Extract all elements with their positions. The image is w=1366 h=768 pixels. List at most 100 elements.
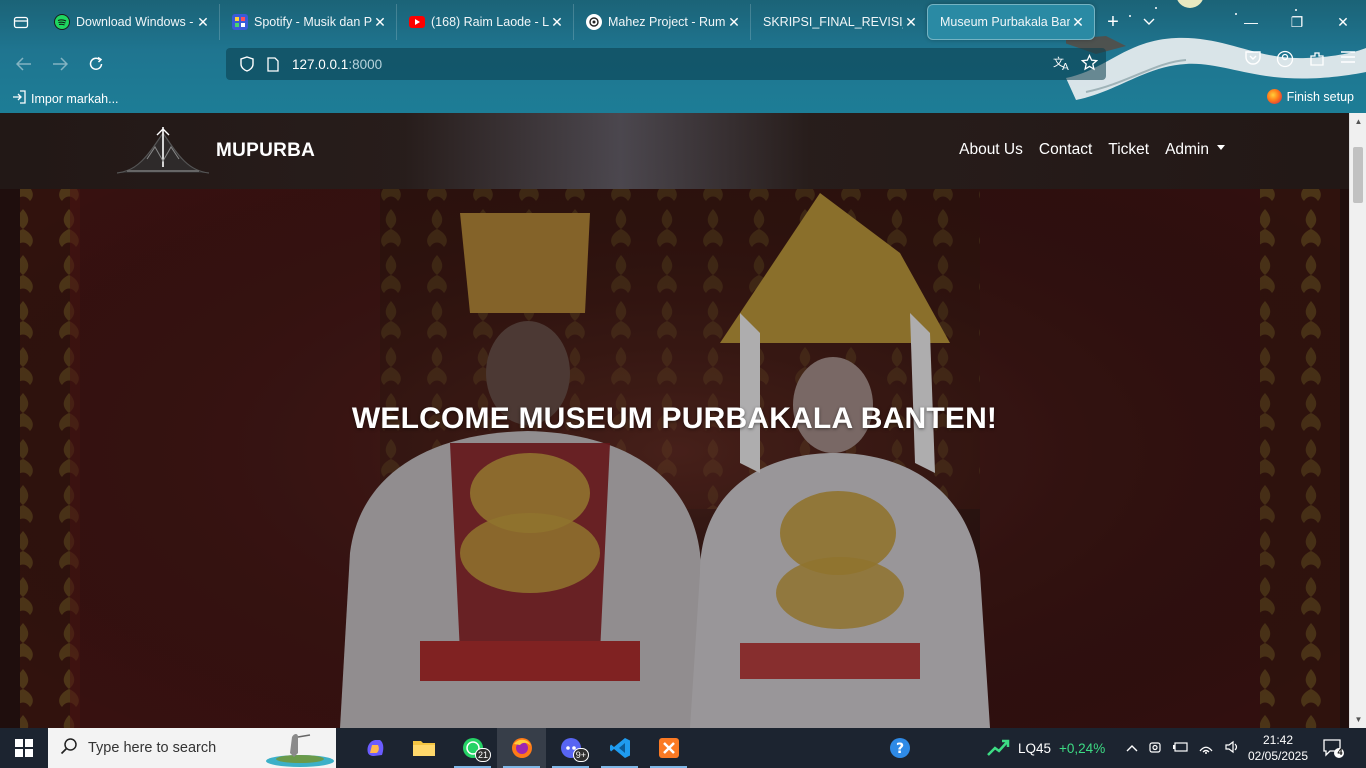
ticker-change: +0,24% bbox=[1059, 740, 1106, 756]
import-icon bbox=[12, 90, 26, 107]
url-host: 127.0.0.1 bbox=[292, 56, 349, 72]
search-highlight-image bbox=[266, 734, 334, 767]
close-tab-icon[interactable]: ✕ bbox=[372, 14, 388, 31]
taskbar-clock[interactable]: 21:42 02/05/2025 bbox=[1246, 732, 1310, 764]
svg-text:?: ? bbox=[896, 741, 904, 757]
whatsapp-badge: 21 bbox=[474, 748, 491, 762]
copilot-icon[interactable] bbox=[350, 728, 399, 768]
scroll-down-icon[interactable]: ▼ bbox=[1350, 711, 1366, 728]
browser-tab[interactable]: (168) Raim Laode - Les ✕ bbox=[396, 4, 573, 40]
close-window-icon[interactable]: ✕ bbox=[1320, 0, 1366, 44]
chevron-up-icon[interactable] bbox=[1126, 741, 1138, 755]
url-port: :8000 bbox=[348, 56, 383, 72]
xampp-icon[interactable] bbox=[644, 728, 693, 768]
tab-title: Mahez Project - Rumus bbox=[608, 15, 726, 29]
nav-about-us[interactable]: About Us bbox=[959, 141, 1023, 159]
pocket-icon[interactable] bbox=[1244, 50, 1262, 73]
whatsapp-icon[interactable]: 21 bbox=[448, 728, 497, 768]
close-tab-icon[interactable]: ✕ bbox=[195, 14, 211, 31]
scroll-up-icon[interactable]: ▲ bbox=[1350, 113, 1366, 130]
clock-time: 21:42 bbox=[1262, 733, 1294, 747]
stock-ticker-widget[interactable]: LQ45 +0,24% bbox=[986, 728, 1105, 768]
volume-icon[interactable] bbox=[1224, 740, 1240, 757]
chatgpt-icon bbox=[586, 14, 602, 30]
windows-start-icon[interactable] bbox=[0, 728, 48, 768]
museum-roof-logo bbox=[117, 127, 209, 174]
nav-admin-dropdown[interactable]: Admin bbox=[1165, 141, 1225, 159]
page-scrollbar[interactable]: ▲ ▼ bbox=[1349, 113, 1366, 728]
new-tab-button[interactable]: + bbox=[1095, 4, 1131, 40]
browser-chrome: Download Windows - ✕ Spotify - Musik dan… bbox=[0, 0, 1366, 113]
camera-icon[interactable] bbox=[1148, 740, 1162, 757]
search-placeholder: Type here to search bbox=[88, 740, 217, 756]
menu-icon[interactable] bbox=[1340, 50, 1356, 73]
browser-tab[interactable]: Mahez Project - Rumus ✕ bbox=[573, 4, 750, 40]
import-bookmarks-link[interactable]: Impor markah... bbox=[12, 90, 119, 107]
chevron-down-icon[interactable] bbox=[1131, 4, 1167, 40]
restore-icon[interactable]: ❐ bbox=[1274, 0, 1320, 44]
tab-strip: Download Windows - ✕ Spotify - Musik dan… bbox=[0, 0, 1366, 44]
browser-tab-active[interactable]: Museum Purbakala Banten ✕ bbox=[927, 4, 1095, 40]
bookmarks-bar: Impor markah... Finish setup bbox=[0, 84, 1366, 113]
navigation-bar: 127.0.0.1:8000 文A bbox=[0, 44, 1366, 84]
forward-arrow-icon[interactable] bbox=[42, 46, 78, 82]
tab-title: SKRIPSI_FINAL_REVISI_1_(1 bbox=[763, 15, 903, 29]
bookmark-star-icon[interactable] bbox=[1080, 53, 1099, 74]
firefox-taskbar-icon[interactable] bbox=[497, 728, 546, 768]
back-arrow-icon[interactable] bbox=[6, 46, 42, 82]
system-tray bbox=[1126, 728, 1240, 768]
hero-section: WELCOME MUSEUM PURBAKALA BANTEN! MUPURBA… bbox=[0, 113, 1349, 728]
import-bookmarks-label: Impor markah... bbox=[31, 91, 119, 106]
tab-title: Spotify - Musik dan Po bbox=[254, 15, 372, 29]
site-navbar: MUPURBA About Us Contact Ticket Admin bbox=[0, 113, 1349, 189]
hero-title: WELCOME MUSEUM PURBAKALA BANTEN! bbox=[351, 402, 998, 435]
tab-list-icon[interactable] bbox=[0, 0, 42, 44]
reload-icon[interactable] bbox=[78, 46, 114, 82]
tab-title: (168) Raim Laode - Les bbox=[431, 15, 549, 29]
close-tab-icon[interactable]: ✕ bbox=[903, 14, 919, 31]
notification-count: 4 bbox=[1337, 747, 1343, 757]
nav-ticket[interactable]: Ticket bbox=[1108, 141, 1149, 159]
finish-setup-button[interactable]: Finish setup bbox=[1266, 89, 1354, 104]
browser-tab[interactable]: Download Windows - ✕ bbox=[42, 4, 219, 40]
firefox-icon bbox=[1266, 89, 1282, 104]
scrollbar-thumb[interactable] bbox=[1353, 147, 1363, 203]
spotify-icon bbox=[54, 14, 70, 30]
nav-admin-label: Admin bbox=[1165, 141, 1209, 158]
battery-icon[interactable] bbox=[1172, 741, 1188, 756]
spotify-web-icon bbox=[232, 14, 248, 30]
discord-icon[interactable]: 9+ bbox=[546, 728, 595, 768]
taskbar-search-box[interactable]: Type here to search bbox=[48, 728, 336, 768]
svg-text:A: A bbox=[1062, 62, 1069, 71]
vscode-icon[interactable] bbox=[595, 728, 644, 768]
nav-contact[interactable]: Contact bbox=[1039, 141, 1092, 159]
close-tab-icon[interactable]: ✕ bbox=[549, 14, 565, 31]
chart-up-icon bbox=[986, 737, 1010, 760]
browser-tab[interactable]: Spotify - Musik dan Po ✕ bbox=[219, 4, 396, 40]
shield-icon[interactable] bbox=[234, 56, 260, 72]
close-tab-icon[interactable]: ✕ bbox=[726, 14, 742, 31]
notification-center-icon[interactable]: 4 bbox=[1322, 738, 1344, 758]
extensions-icon[interactable] bbox=[1308, 50, 1326, 73]
brand-name: MUPURBA bbox=[216, 140, 316, 161]
windows-taskbar: Type here to search 21 9+ ? LQ45 +0,24% … bbox=[0, 728, 1366, 768]
browser-tab[interactable]: SKRIPSI_FINAL_REVISI_1_(1 ✕ bbox=[750, 4, 927, 40]
caret-down-icon bbox=[1217, 145, 1225, 151]
finish-setup-label: Finish setup bbox=[1286, 89, 1354, 104]
clock-date: 02/05/2025 bbox=[1247, 749, 1309, 763]
account-icon[interactable] bbox=[1276, 50, 1294, 73]
brand[interactable]: MUPURBA bbox=[117, 127, 315, 175]
minimize-icon[interactable]: — bbox=[1228, 0, 1274, 44]
address-bar[interactable]: 127.0.0.1:8000 文A bbox=[226, 48, 1106, 80]
wifi-icon[interactable] bbox=[1198, 740, 1214, 757]
help-icon[interactable]: ? bbox=[888, 736, 912, 760]
file-explorer-icon[interactable] bbox=[399, 728, 448, 768]
tab-title: Museum Purbakala Banten bbox=[940, 15, 1070, 29]
translate-icon[interactable]: 文A bbox=[1053, 55, 1071, 74]
close-tab-icon[interactable]: ✕ bbox=[1070, 14, 1086, 31]
discord-badge: 9+ bbox=[572, 748, 589, 762]
main-menu: About Us Contact Ticket Admin bbox=[959, 141, 1225, 159]
page-icon[interactable] bbox=[260, 56, 286, 72]
tab-title: Download Windows - bbox=[76, 15, 194, 29]
search-icon bbox=[60, 737, 78, 759]
